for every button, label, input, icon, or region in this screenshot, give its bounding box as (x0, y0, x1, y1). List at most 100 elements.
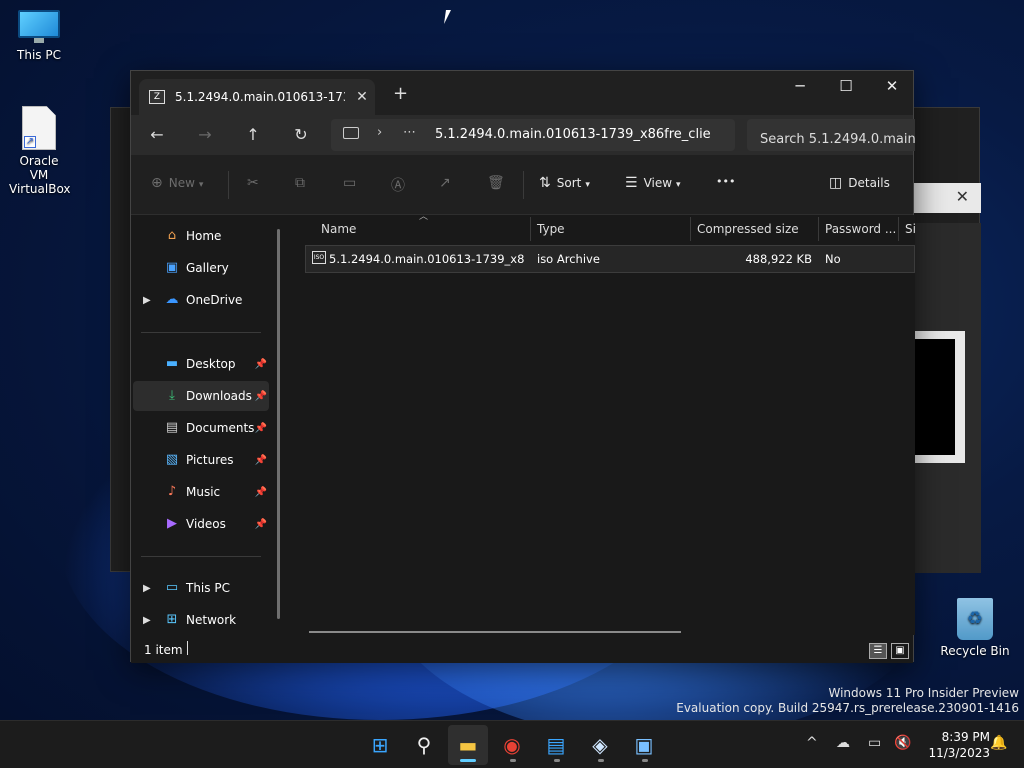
column-header-password[interactable]: Password ... (817, 215, 899, 245)
desktop-folder-icon: ▬ (165, 356, 179, 371)
more-options-button[interactable]: ••• (716, 175, 735, 197)
notification-bell-icon[interactable]: 🔔 (990, 735, 1007, 751)
details-view-button[interactable]: ☰ (869, 643, 887, 659)
tab-close-button[interactable]: ✕ (351, 89, 373, 105)
file-password: No (825, 252, 841, 266)
tab-archive[interactable]: Z 5.1.2494.0.main.010613-1739_x ✕ (139, 79, 375, 115)
paste-icon[interactable]: ▭ (343, 175, 356, 197)
desktop-icon-label: Recycle Bin (940, 644, 1010, 658)
horizontal-scrollbar[interactable] (309, 631, 681, 633)
virtualbox-icon[interactable]: ◈ (586, 731, 614, 759)
chevron-right-icon[interactable]: › (377, 125, 382, 140)
back-button[interactable]: ← (141, 121, 173, 149)
chevron-right-icon[interactable]: ▶ (143, 583, 151, 594)
pin-icon: 📌 (254, 518, 267, 530)
rename-icon[interactable]: Ⓐ (391, 175, 405, 197)
active-indicator (460, 759, 476, 762)
view-button[interactable]: ☰ View ▾ (625, 175, 681, 197)
view-list-icon: ☰ (625, 175, 638, 191)
sidebar-item-network[interactable]: ▶ ⊞ Network (133, 605, 269, 635)
search-input[interactable] (747, 119, 915, 151)
pin-icon: 📌 (254, 358, 267, 370)
sidebar-item-documents[interactable]: ▤ Documents 📌 (133, 413, 269, 443)
new-button[interactable]: ⊕ New ▾ (151, 175, 203, 197)
navigation-pane-scrollbar[interactable] (277, 229, 280, 619)
close-icon[interactable]: ✕ (956, 187, 969, 206)
notepad-icon[interactable]: ▤ (542, 731, 570, 759)
pin-icon: 📌 (254, 454, 267, 466)
disc-image-icon: ISO (312, 251, 326, 264)
file-explorer-icon[interactable]: ▬ (454, 731, 482, 759)
sidebar-item-downloads[interactable]: ⤓ Downloads 📌 (133, 381, 269, 411)
toolbar-divider (228, 171, 229, 199)
breadcrumb-overflow-icon[interactable]: ⋯ (403, 125, 416, 140)
clock-date: 11/3/2023 (928, 746, 990, 760)
cut-icon[interactable]: ✂ (247, 175, 259, 197)
running-indicator (510, 759, 516, 762)
sidebar-item-onedrive[interactable]: ▶ ☁ OneDrive (133, 285, 269, 315)
virtual-machine-icon[interactable]: ▣ (630, 731, 658, 759)
document-icon: ▤ (165, 420, 179, 435)
running-indicator (642, 759, 648, 762)
share-icon[interactable]: ↗ (439, 175, 451, 197)
monitor-icon (18, 10, 60, 44)
details-button[interactable]: ◫ Details (829, 175, 890, 197)
minimize-button[interactable]: ─ (777, 71, 823, 103)
table-row[interactable]: ISO 5.1.2494.0.main.010613-1739_x86fre..… (305, 245, 915, 273)
tab-title: 5.1.2494.0.main.010613-1739_x (175, 90, 345, 104)
chevron-down-icon: ▾ (676, 180, 681, 190)
network-icon[interactable]: ▭ (868, 735, 881, 751)
tiles-view-button[interactable]: ▣ (891, 643, 909, 659)
pin-icon: 📌 (254, 486, 267, 498)
copy-icon[interactable]: ⧉ (295, 175, 305, 197)
mouse-pointer-icon (444, 10, 456, 24)
file-compressed-size: 488,922 KB (745, 252, 812, 266)
new-tab-button[interactable]: + (393, 83, 408, 104)
start-windows-icon[interactable]: ⊞ (366, 731, 394, 759)
sidebar-item-pictures[interactable]: ▧ Pictures 📌 (133, 445, 269, 475)
maximize-button[interactable]: ☐ (823, 71, 869, 103)
music-icon: ♪ (167, 484, 177, 499)
chevron-down-icon: ▾ (585, 180, 590, 190)
sidebar-item-this-pc[interactable]: ▶ ▭ This PC (133, 573, 269, 603)
video-icon: ▶ (167, 516, 177, 531)
sort-button[interactable]: ⇅ Sort ▾ (539, 175, 590, 197)
pin-icon: 📌 (254, 422, 267, 434)
pin-icon: 📌 (254, 390, 267, 402)
up-button[interactable]: ↑ (237, 121, 269, 149)
status-bar: 1 item ☰ ▣ (131, 635, 913, 663)
title-bar: Z 5.1.2494.0.main.010613-1739_x ✕ + ─ ☐ … (131, 71, 913, 115)
volume-muted-icon[interactable]: 🔇 (894, 735, 911, 751)
column-header-compressed-size[interactable]: Compressed size (689, 215, 817, 245)
column-header-type[interactable]: Type (529, 215, 689, 245)
sidebar-item-videos[interactable]: ▶ Videos 📌 (133, 509, 269, 539)
sidebar-item-gallery[interactable]: ▣ Gallery (133, 253, 269, 283)
clock-time: 8:39 PM (941, 730, 990, 744)
refresh-button[interactable]: ↻ (285, 121, 317, 149)
delete-icon[interactable]: 🗑 (487, 175, 505, 197)
show-hidden-icons-button[interactable]: ^ (806, 735, 818, 751)
search-icon[interactable]: ⚲ (410, 731, 438, 759)
file-explorer-window: Z 5.1.2494.0.main.010613-1739_x ✕ + ─ ☐ … (130, 70, 915, 663)
address-bar[interactable]: › ⋯ 5.1.2494.0.main.010613-1739_x86fre_c… (331, 119, 735, 151)
running-indicator (598, 759, 604, 762)
sidebar-item-music[interactable]: ♪ Music 📌 (133, 477, 269, 507)
plus-circle-icon: ⊕ (151, 175, 163, 191)
column-header-size[interactable]: Si (897, 215, 915, 245)
chevron-right-icon[interactable]: ▶ (143, 295, 151, 306)
clock[interactable]: 8:39 PM 11/3/2023 (920, 729, 990, 761)
chevron-right-icon[interactable]: ▶ (143, 615, 151, 626)
onedrive-offline-icon[interactable]: ☁ (836, 735, 850, 751)
address-path[interactable]: 5.1.2494.0.main.010613-1739_x86fre_clien… (435, 127, 711, 142)
chrome-icon[interactable]: ◉ (498, 731, 526, 759)
close-button[interactable]: ✕ (869, 71, 915, 103)
file-name: 5.1.2494.0.main.010613-1739_x86fre... (329, 252, 525, 266)
forward-button[interactable]: → (189, 121, 221, 149)
sidebar-item-home[interactable]: ⌂ Home (133, 221, 269, 251)
sidebar-item-desktop[interactable]: ▬ Desktop 📌 (133, 349, 269, 379)
zip-folder-icon: Z (149, 90, 165, 104)
column-header-name[interactable]: Name (313, 215, 529, 245)
desktop-icon-recycle-bin[interactable]: Recycle Bin (936, 598, 1014, 658)
desktop-icon-this-pc[interactable]: This PC (0, 10, 78, 62)
desktop-icon-virtualbox[interactable]: ↗ Oracle VM VirtualBox (0, 106, 78, 196)
